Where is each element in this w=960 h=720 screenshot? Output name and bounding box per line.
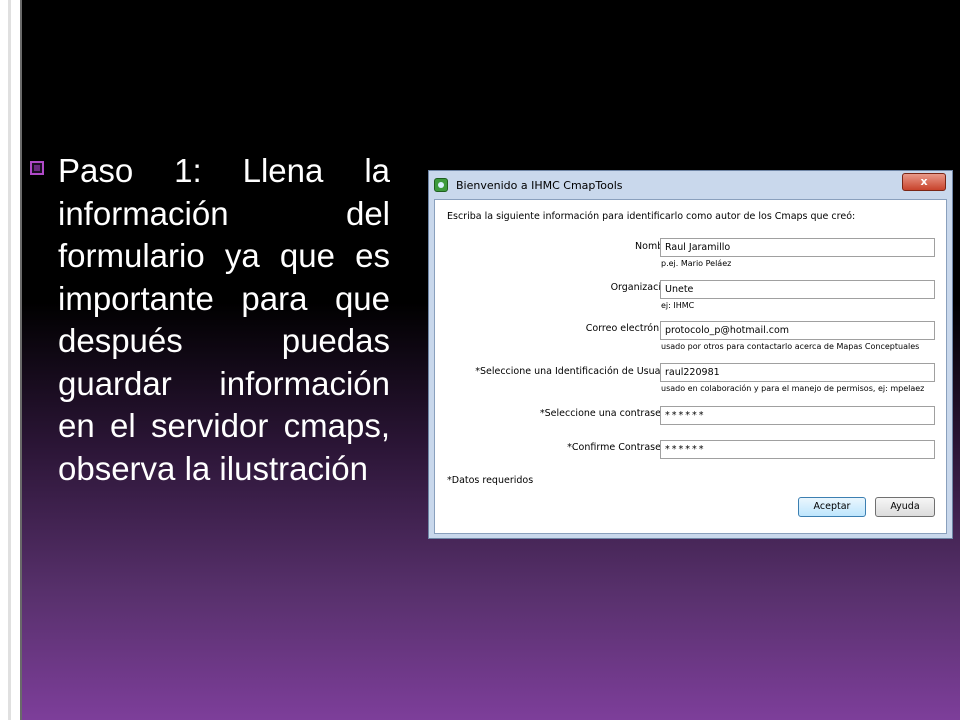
email-field[interactable]: protocolo_p@hotmail.com	[660, 321, 935, 340]
password-field[interactable]: ******	[660, 406, 935, 425]
slide-left-border	[0, 0, 22, 720]
name-field[interactable]: Raul Jaramillo	[660, 238, 935, 257]
slide-body-text: Paso 1: Llena la información del formula…	[58, 152, 390, 487]
dialog-content: Escriba la siguiente información para id…	[434, 199, 947, 534]
confirm-password-field[interactable]: ******	[660, 440, 935, 459]
organization-hint: ej: IHMC	[661, 301, 695, 310]
password-label: *Seleccione una contraseña:	[539, 408, 676, 419]
user-id-hint: usado en colaboración y para el manejo d…	[661, 384, 925, 393]
dialog-title: Bienvenido a IHMC CmapTools	[456, 179, 623, 192]
intro-text: Escriba la siguiente información para id…	[447, 211, 856, 222]
organization-field[interactable]: Unete	[660, 280, 935, 299]
help-button[interactable]: Ayuda	[875, 497, 935, 517]
dialog-titlebar: Bienvenido a IHMC CmapTools x	[429, 171, 952, 197]
close-button[interactable]: x	[902, 173, 946, 191]
welcome-dialog: Bienvenido a IHMC CmapTools x Escriba la…	[428, 170, 953, 539]
accept-button[interactable]: Aceptar	[798, 497, 866, 517]
user-id-field[interactable]: raul220981	[660, 363, 935, 382]
name-hint: p.ej. Mario Peláez	[661, 259, 732, 268]
required-note: *Datos requeridos	[447, 475, 534, 486]
user-id-label: *Seleccione una Identificación de Usuari…	[475, 366, 676, 377]
bullet-icon	[30, 161, 44, 175]
cmaptools-app-icon	[434, 178, 448, 192]
email-hint: usado por otros para contactarlo acerca …	[661, 342, 920, 351]
